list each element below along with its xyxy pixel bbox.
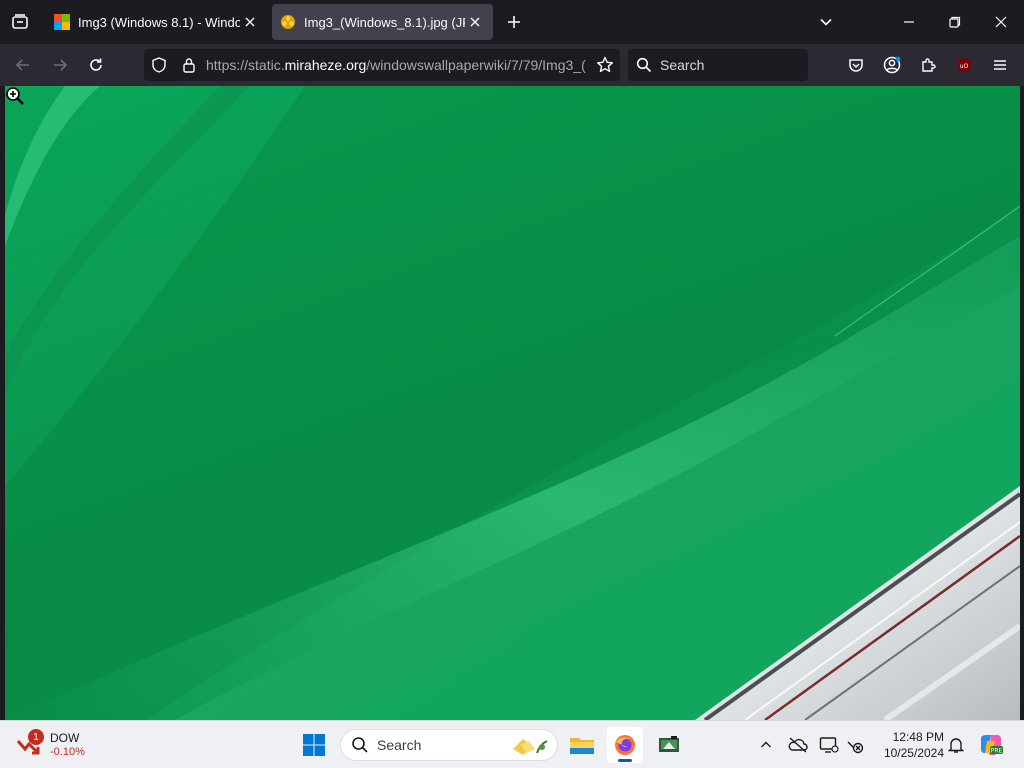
ublock-origin-icon: uO [957, 58, 971, 72]
list-all-tabs-button[interactable] [812, 8, 840, 36]
site-info-button[interactable] [174, 49, 204, 81]
app-taskbar-button[interactable] [651, 727, 687, 763]
bookmark-button[interactable] [590, 49, 620, 81]
taskbar-search-box[interactable]: Search [340, 729, 558, 761]
app-menu-button[interactable] [985, 50, 1015, 80]
hamburger-menu-icon [994, 60, 1006, 70]
taskbar-clock[interactable]: 12:48 PM 10/25/2024 [872, 729, 944, 761]
stocks-widget[interactable]: 1 DOW -0.10% [14, 727, 85, 763]
svg-text:uO: uO [960, 63, 969, 70]
clock-time: 12:48 PM [892, 730, 944, 744]
wiki-favicon-icon [54, 14, 70, 30]
start-button[interactable] [296, 727, 332, 763]
chevron-down-icon [820, 18, 832, 26]
search-highlight-icon [513, 739, 548, 755]
chevron-up-icon [761, 741, 771, 748]
close-window-button[interactable] [978, 0, 1024, 44]
puzzle-icon [922, 58, 936, 72]
tab-image-page[interactable]: Img3_(Windows_8.1).jpg (JPEG I [272, 4, 493, 40]
url-host: miraheze.org [284, 57, 367, 73]
wallpaper-image[interactable] [5, 86, 1020, 720]
close-icon [470, 17, 480, 27]
show-hidden-icons-button[interactable] [752, 731, 780, 759]
account-icon [883, 56, 901, 74]
tab-strip: Img3 (Windows 8.1) - Windows Img3_(Windo… [0, 0, 1024, 44]
tabs-overview-icon [12, 14, 28, 29]
close-icon [245, 17, 255, 27]
arrow-right-icon [54, 59, 68, 71]
page-content [0, 86, 1024, 720]
url-text[interactable]: https://static.miraheze.org/windowswallp… [204, 57, 590, 73]
display-tray-button[interactable] [815, 731, 843, 759]
windows-taskbar: 1 DOW -0.10% Search 12:48 PM 10/25/2024 … [0, 720, 1024, 768]
notifications-button[interactable] [942, 731, 970, 759]
close-icon [995, 16, 1007, 28]
ublock-button[interactable]: uO [949, 50, 979, 80]
forward-button[interactable] [45, 50, 75, 80]
url-scheme: https://static. [206, 57, 285, 73]
tab-close-button[interactable] [465, 12, 485, 32]
stock-down-icon: 1 [14, 729, 44, 759]
minimize-button[interactable] [886, 0, 932, 44]
copilot-icon: PRE [981, 735, 1003, 755]
copilot-button[interactable]: PRE [977, 731, 1005, 759]
shield-icon [152, 57, 166, 73]
all-tabs-button[interactable] [0, 0, 40, 44]
back-button[interactable] [8, 50, 38, 80]
star-icon [597, 56, 613, 73]
minimize-icon [904, 21, 914, 23]
onedrive-offline-icon [788, 737, 808, 753]
lock-icon [183, 58, 195, 73]
search-icon [636, 57, 652, 73]
wallpaper-artwork [5, 86, 1020, 720]
pocket-button[interactable] [841, 50, 871, 80]
firefox-taskbar-button[interactable] [607, 727, 643, 763]
navigation-toolbar: https://static.miraheze.org/windowswallp… [0, 44, 1024, 86]
search-placeholder: Search [660, 57, 705, 73]
image-favicon-icon [281, 15, 295, 29]
clock-date: 10/25/2024 [883, 746, 944, 760]
reload-button[interactable] [81, 50, 111, 80]
arrow-left-icon [15, 59, 29, 71]
url-path: /windowswallpaperwiki/7/79/Img3_( [366, 57, 586, 73]
windows-start-icon [303, 734, 325, 756]
tracking-protection-button[interactable] [144, 49, 174, 81]
display-icon [819, 737, 839, 753]
svg-text:PRE: PRE [991, 748, 1003, 755]
tab-title: Img3 (Windows 8.1) - Windows [78, 14, 240, 30]
taskbar-search-placeholder: Search [377, 737, 422, 753]
network-tray-button[interactable] [841, 731, 869, 759]
search-icon [352, 737, 368, 753]
notification-badge: 1 [28, 729, 44, 745]
notification-bell-icon [948, 738, 964, 753]
restore-button[interactable] [932, 0, 978, 44]
tab-close-button[interactable] [240, 12, 260, 32]
onedrive-tray-button[interactable] [784, 731, 812, 759]
extensions-button[interactable] [913, 50, 943, 80]
pocket-icon [849, 59, 863, 72]
reload-icon [90, 58, 102, 71]
widget-value: -0.10% [50, 746, 85, 758]
tab-wiki-page[interactable]: Img3 (Windows 8.1) - Windows [46, 4, 268, 40]
search-bar[interactable]: Search [628, 49, 808, 81]
tab-title: Img3_(Windows_8.1).jpg (JPEG I [304, 14, 465, 30]
new-tab-button[interactable] [500, 8, 528, 36]
network-disconnected-icon [847, 741, 864, 754]
zoom-in-cursor-icon [6, 87, 24, 105]
account-button[interactable] [877, 50, 907, 80]
file-explorer-icon [570, 738, 594, 754]
file-explorer-button[interactable] [564, 727, 600, 763]
address-bar[interactable]: https://static.miraheze.org/windowswallp… [144, 49, 620, 81]
firefox-icon [615, 735, 635, 755]
app-icon [659, 736, 679, 752]
plus-icon [508, 16, 520, 28]
widget-title: DOW [50, 731, 80, 745]
restore-icon [949, 16, 961, 28]
